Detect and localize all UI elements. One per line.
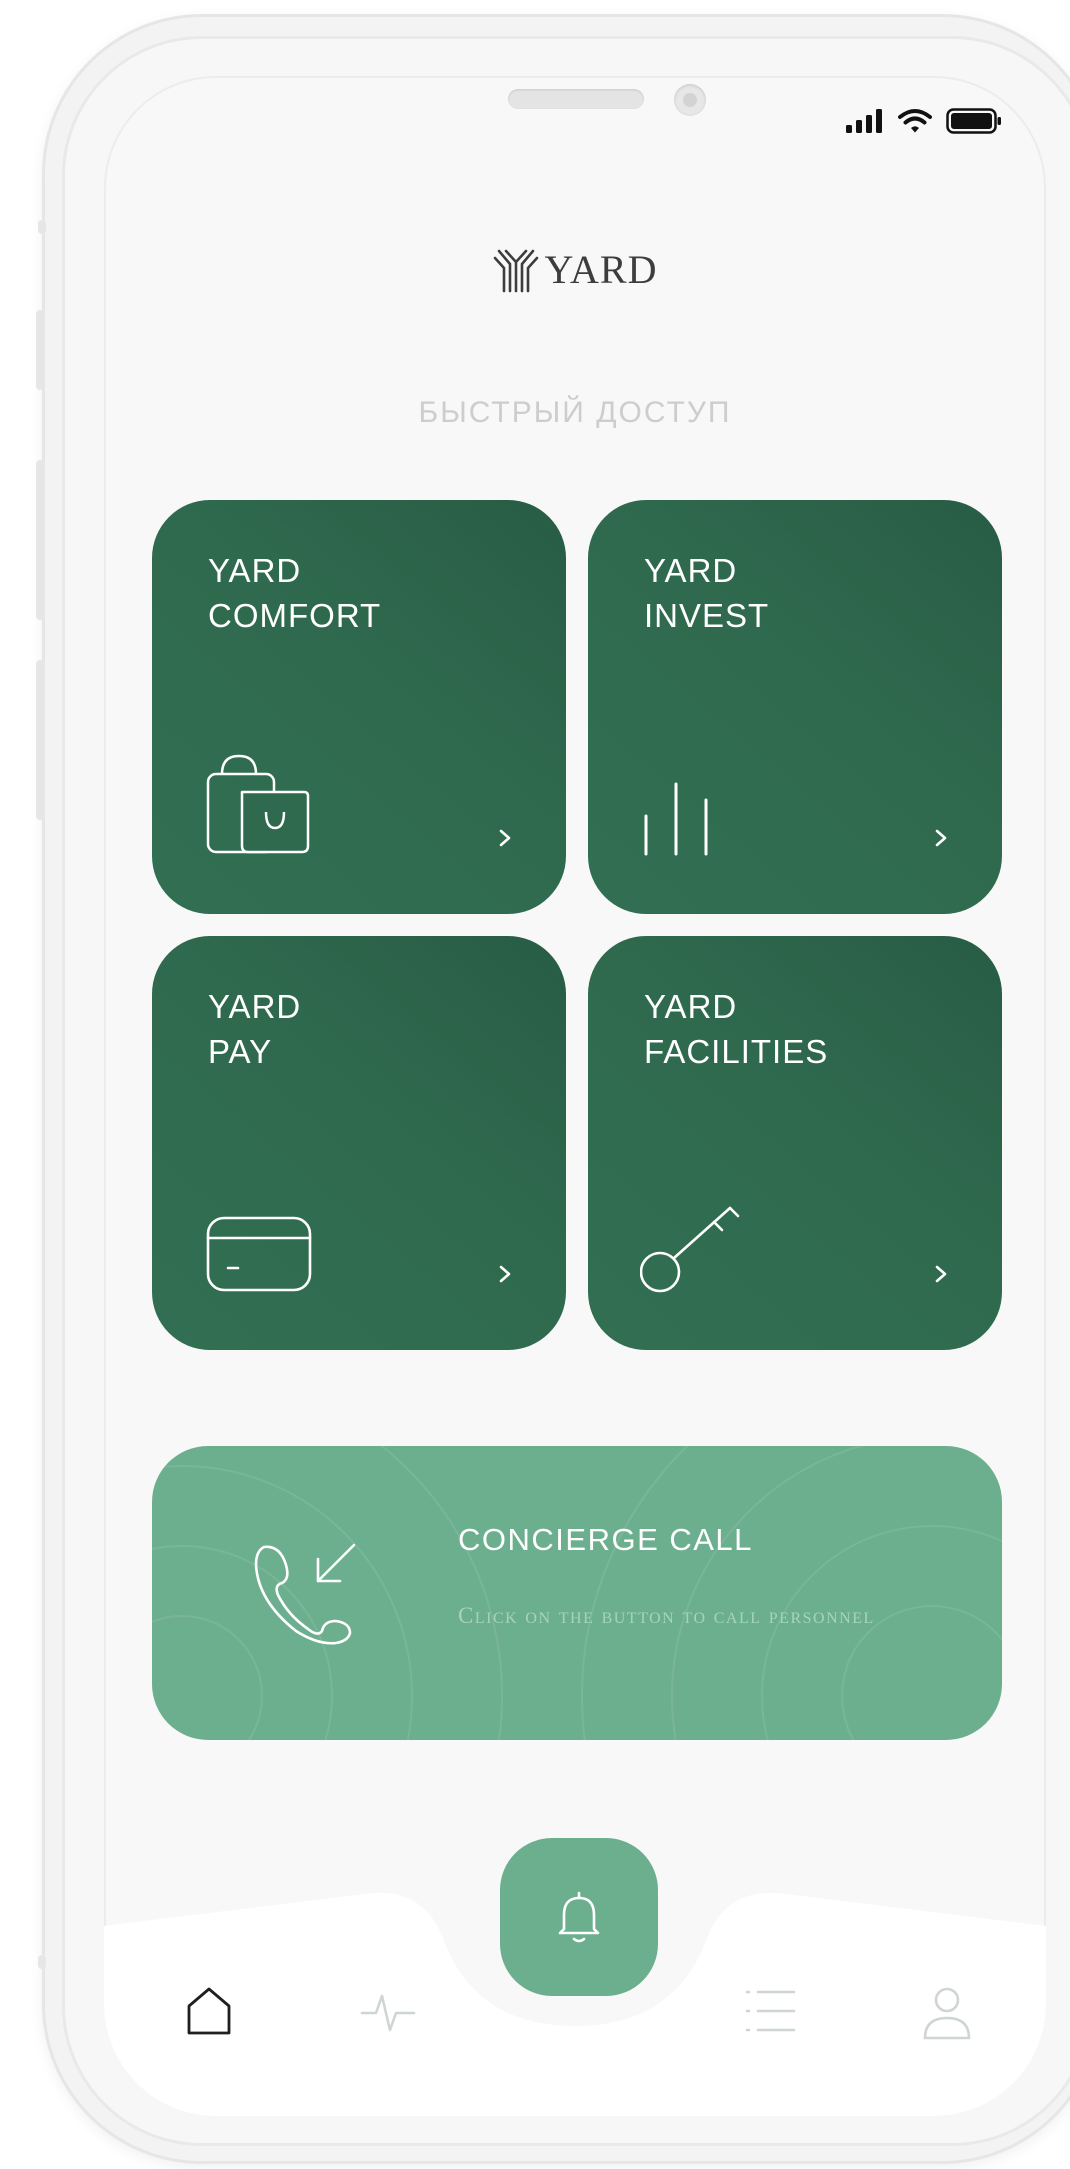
chevron-right-icon xyxy=(499,829,511,847)
concierge-call-card[interactable]: CONCIERGE CALL Click on the button to ca… xyxy=(152,1446,1002,1740)
tab-profile[interactable] xyxy=(922,1986,972,2045)
logo-text: YARD xyxy=(544,247,658,292)
activity-icon xyxy=(360,1994,416,2032)
earpiece-speaker xyxy=(508,89,644,109)
tile-title: YARD COMFORT xyxy=(208,552,382,634)
tab-home[interactable] xyxy=(186,1986,232,2041)
front-camera xyxy=(674,84,706,116)
chevron-right-icon xyxy=(935,829,947,847)
side-mark xyxy=(38,220,46,234)
tile-title: YARD INVEST xyxy=(644,552,770,634)
tile-yard-comfort[interactable]: YARD COMFORT xyxy=(152,500,566,914)
tile-yard-invest[interactable]: YARD INVEST xyxy=(588,500,1002,914)
chevron-right-icon xyxy=(499,1265,511,1283)
side-mark xyxy=(38,1955,46,1969)
yard-logo-icon xyxy=(493,249,538,292)
incoming-call-icon xyxy=(254,1543,356,1645)
credit-card-icon xyxy=(206,1216,312,1292)
bar-chart-icon xyxy=(644,782,708,856)
section-title: БЫСТРЫЙ ДОСТУП xyxy=(418,396,732,429)
silent-switch xyxy=(36,310,44,390)
concierge-subtitle: Click on the button to call personnel xyxy=(458,1603,875,1628)
tile-title: YARD FACILITIES xyxy=(644,988,829,1070)
bell-icon xyxy=(558,1891,600,1943)
wifi-icon xyxy=(898,109,932,133)
tab-activity[interactable] xyxy=(360,1986,416,2041)
app-logo: YARD xyxy=(104,246,1046,293)
home-icon xyxy=(187,1987,231,2035)
battery-icon xyxy=(946,108,1001,134)
tile-yard-facilities[interactable]: YARD FACILITIES xyxy=(588,936,1002,1350)
shopping-bags-icon xyxy=(206,754,310,854)
user-icon xyxy=(923,1987,971,2040)
tab-list[interactable] xyxy=(744,1986,798,2041)
list-icon xyxy=(745,1990,796,2032)
chevron-right-icon xyxy=(935,1265,947,1283)
tile-title: YARD PAY xyxy=(208,988,302,1070)
volume-down-button xyxy=(36,660,44,820)
cellular-signal-icon xyxy=(846,109,882,133)
volume-up-button xyxy=(36,460,44,620)
status-bar xyxy=(846,108,1002,134)
key-icon xyxy=(640,1206,740,1293)
tile-yard-pay[interactable]: YARD PAY xyxy=(152,936,566,1350)
concierge-title: CONCIERGE CALL xyxy=(458,1522,753,1557)
app-screen: YARD БЫСТРЫЙ ДОСТУП YARD COMFORT YARD IN… xyxy=(104,76,1046,2116)
bell-button[interactable] xyxy=(500,1838,658,1996)
